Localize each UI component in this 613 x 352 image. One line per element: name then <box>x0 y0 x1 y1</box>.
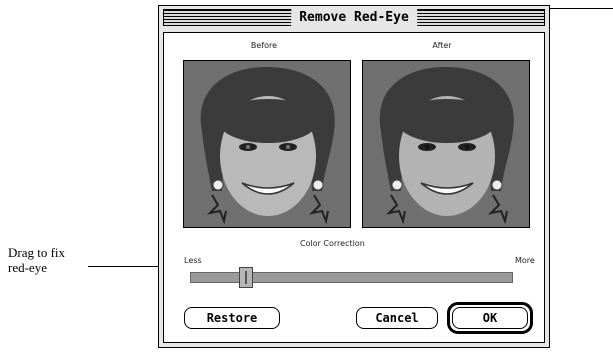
title-bar[interactable]: Remove Red-Eye <box>163 9 545 26</box>
more-label: More <box>515 256 535 265</box>
dialog-title: Remove Red-Eye <box>291 9 417 26</box>
cancel-button[interactable]: Cancel <box>356 307 438 329</box>
color-correction-label: Color Correction <box>300 239 365 248</box>
restore-button[interactable]: Restore <box>184 307 280 329</box>
after-label: After <box>432 41 452 50</box>
callout-text: Drag to fix red-eye <box>8 245 66 275</box>
before-label: Before <box>250 41 278 50</box>
after-image <box>362 60 530 228</box>
less-label: Less <box>184 256 202 265</box>
slider-thumb[interactable] <box>239 267 253 288</box>
callout-line <box>548 8 613 9</box>
before-image <box>183 60 351 228</box>
ok-button[interactable]: OK <box>452 307 528 329</box>
